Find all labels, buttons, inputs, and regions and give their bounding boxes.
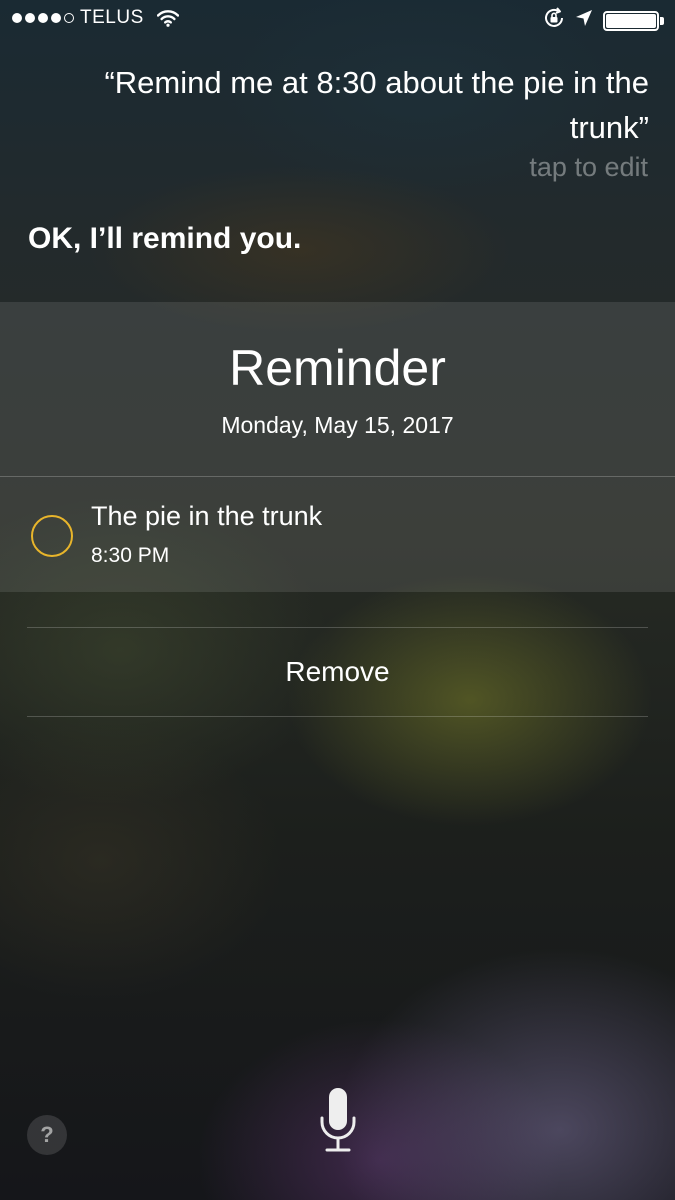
siri-screen: TELUS “Remind me at 8:30 about the pie i… bbox=[0, 0, 675, 1200]
status-bar: TELUS bbox=[0, 0, 675, 38]
reminder-card[interactable]: Reminder Monday, May 15, 2017 The pie in… bbox=[0, 302, 675, 592]
battery-level bbox=[606, 14, 656, 28]
microphone-button[interactable] bbox=[317, 1086, 359, 1156]
siri-query-text[interactable]: “Remind me at 8:30 about the pie in the … bbox=[89, 60, 649, 150]
signal-dot bbox=[38, 13, 48, 23]
signal-dot bbox=[25, 13, 35, 23]
wifi-icon bbox=[156, 9, 180, 33]
card-title: Reminder bbox=[229, 340, 446, 396]
status-right-group bbox=[543, 7, 665, 35]
carrier-name: TELUS bbox=[80, 7, 144, 28]
tap-to-edit-link[interactable]: tap to edit bbox=[529, 152, 648, 183]
reminder-checkbox[interactable] bbox=[31, 515, 73, 557]
microphone-icon bbox=[320, 1088, 356, 1152]
signal-strength-icon bbox=[12, 13, 74, 23]
siri-response-text: OK, I’ll remind you. bbox=[28, 222, 302, 255]
reminder-item-time: 8:30 PM bbox=[91, 544, 170, 567]
location-arrow-icon bbox=[575, 9, 593, 33]
remove-button[interactable]: Remove bbox=[27, 628, 648, 716]
signal-dot bbox=[12, 13, 22, 23]
signal-dot-empty bbox=[64, 13, 74, 23]
rotation-lock-icon bbox=[543, 7, 565, 35]
reminder-date: Monday, May 15, 2017 bbox=[221, 412, 454, 438]
help-button[interactable]: ? bbox=[27, 1115, 67, 1155]
reminder-item-title: The pie in the trunk bbox=[91, 501, 323, 531]
battery-icon bbox=[603, 11, 665, 31]
divider bbox=[27, 716, 648, 717]
signal-dot bbox=[51, 13, 61, 23]
divider bbox=[0, 476, 675, 477]
